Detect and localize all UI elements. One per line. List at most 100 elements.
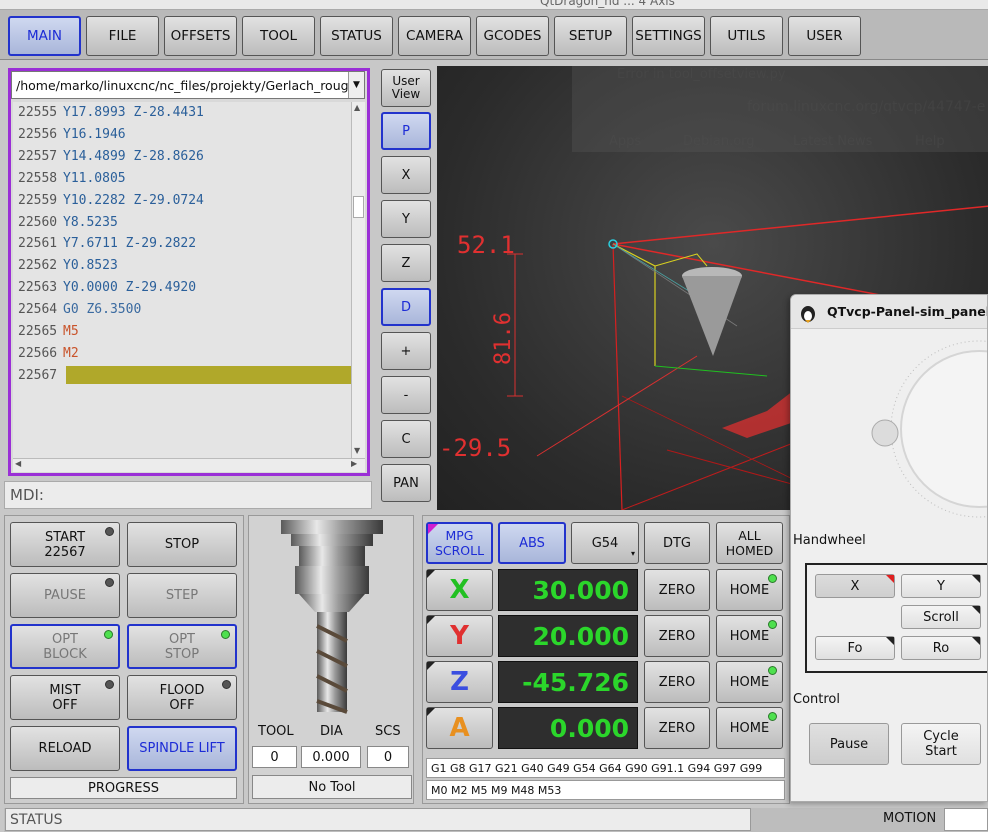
tab-settings[interactable]: SETTINGS [632,16,705,56]
home-z-button[interactable]: HOME [716,661,783,703]
tab-utils[interactable]: UTILS [710,16,783,56]
zero-z-button[interactable]: ZERO [644,661,710,703]
cycle-start-button[interactable]: Cycle Start [901,723,981,765]
gcode-line[interactable]: 22560 Y8.5235 [13,212,351,233]
user-view-button[interactable]: User View [381,69,431,107]
tab-file[interactable]: FILE [86,16,159,56]
gcode-editor[interactable]: 22555 Y17.8993 Z-28.4431 22556 Y16.1946 2255… [13,102,361,458]
tab-user[interactable]: USER [788,16,861,56]
gcode-line[interactable]: 22559 Y10.2282 Z-29.0724 [13,190,351,211]
line-code: Y0.8523 [63,258,118,274]
line-code: G0 Z6.3500 [63,302,142,318]
file-path-combo[interactable]: /home/marko/linuxcnc/nc_files/projekty/G… [11,71,365,99]
gcode-line[interactable]: 22556 Y16.1946 [13,124,351,145]
tab-camera[interactable]: CAMERA [398,16,471,56]
gcode-line[interactable]: 22555 Y17.8993 Z-28.4431 [13,102,351,123]
gcode-line[interactable]: 22562 Y0.8523 [13,255,351,276]
zoom-in-button[interactable]: + [381,332,431,370]
corner-indicator-icon [972,575,980,583]
sim-x-button[interactable]: X [815,574,895,598]
axis-z-button[interactable]: Z [426,661,493,703]
view-y-button[interactable]: Y [381,200,431,238]
axis-y-button[interactable]: Y [426,615,493,657]
gcode-line[interactable]: 22563 Y0.0000 Z-29.4920 [13,277,351,298]
home-a-button[interactable]: HOME [716,707,783,749]
sim-scroll-button[interactable]: Scroll [901,605,981,629]
tool-number-value: 0 [252,746,297,768]
window-title: QtDragon_hd ... 4 Axis [540,0,675,8]
line-code: M5 [63,324,79,339]
gcode-line[interactable]: 22567 [13,365,361,386]
view-p-button[interactable]: P [381,112,431,150]
tab-tool[interactable]: TOOL [242,16,315,56]
sim-ro-button[interactable]: Ro [901,636,981,660]
view-dimensions-button[interactable]: D [381,288,431,326]
opt-block-button[interactable]: OPT BLOCK [10,624,120,669]
tab-main[interactable]: MAIN [8,16,81,56]
motion-label: MOTION [883,811,937,826]
gcode-line[interactable]: 22558 Y11.0805 [13,168,351,189]
tab-offsets[interactable]: OFFSETS [164,16,237,56]
scroll-down-arrow[interactable]: ▼ [354,446,360,455]
gcode-horizontal-scrollbar[interactable]: ◀ ▶ [13,458,365,472]
scroll-right-arrow[interactable]: ▶ [351,459,357,468]
line-number: 22567 [18,367,58,383]
clear-plot-button[interactable]: C [381,420,431,458]
axis-x-button[interactable]: X [426,569,493,611]
mist-button[interactable]: MIST OFF [10,675,120,720]
view-x-button[interactable]: X [381,156,431,194]
sim-panel-titlebar[interactable]: QTvcp-Panel-sim_panel [791,295,987,329]
homed-led [768,574,777,583]
pause-sim-button[interactable]: Pause [809,723,889,765]
corner-indicator-icon [427,662,435,670]
homed-led [768,666,777,675]
pan-button[interactable]: PAN [381,464,431,502]
chevron-down-icon[interactable]: ▼ [348,72,364,98]
zero-y-button[interactable]: ZERO [644,615,710,657]
view-z-button[interactable]: Z [381,244,431,282]
abs-button[interactable]: ABS [498,522,566,564]
tab-setup[interactable]: SETUP [554,16,627,56]
scroll-up-arrow[interactable]: ▲ [354,103,360,112]
mdi-input[interactable]: MDI: [4,481,372,509]
opt-stop-button[interactable]: OPT STOP [127,624,237,669]
spindle-lift-button[interactable]: SPINDLE LIFT [127,726,237,771]
mdi-label: MDI: [10,486,44,504]
sim-panel-window: QTvcp-Panel-sim_panel Handwheel Control … [790,294,988,802]
gcode-line[interactable]: 22564 G0 Z6.3500 [13,299,351,320]
work-offset-g54-button[interactable]: G54 ▾ [571,522,639,564]
corner-indicator-icon [427,570,435,578]
sim-y-button[interactable]: Y [901,574,981,598]
axis-a-button[interactable]: A [426,707,493,749]
gcode-line[interactable]: 22566 M2 [13,343,351,364]
gcode-line[interactable]: 22561 Y7.6711 Z-29.2822 [13,233,351,254]
home-y-button[interactable]: HOME [716,615,783,657]
pause-button[interactable]: PAUSE [10,573,120,618]
home-x-button[interactable]: HOME [716,569,783,611]
dro-x-value: 30.000 [498,569,638,611]
stop-button[interactable]: STOP [127,522,237,567]
dtg-button[interactable]: DTG [644,522,710,564]
handwheel-dial[interactable] [859,335,988,535]
zoom-out-button[interactable]: - [381,376,431,414]
corner-indicator-icon [972,637,980,645]
gcode-line[interactable]: 22557 Y14.4899 Z-28.8626 [13,146,351,167]
sim-fo-button[interactable]: Fo [815,636,895,660]
tab-gcodes[interactable]: GCODES [476,16,549,56]
tab-status[interactable]: STATUS [320,16,393,56]
zero-a-button[interactable]: ZERO [644,707,710,749]
zero-x-button[interactable]: ZERO [644,569,710,611]
gcode-vertical-scrollbar[interactable]: ▲ ▼ [351,102,365,458]
gcode-line[interactable]: 22565 M5 [13,321,351,342]
reload-button[interactable]: RELOAD [10,726,120,771]
all-homed-button[interactable]: ALL HOMED [716,522,783,564]
line-number: 22564 [18,302,58,318]
step-button[interactable]: STEP [127,573,237,618]
scroll-thumb[interactable] [353,196,364,218]
scs-value: 0 [367,746,409,768]
line-code: Y16.1946 [63,126,126,142]
scroll-left-arrow[interactable]: ◀ [15,459,21,468]
flood-button[interactable]: FLOOD OFF [127,675,237,720]
start-button[interactable]: START 22567 [10,522,120,567]
mpg-scroll-button[interactable]: MPG SCROLL [426,522,493,564]
